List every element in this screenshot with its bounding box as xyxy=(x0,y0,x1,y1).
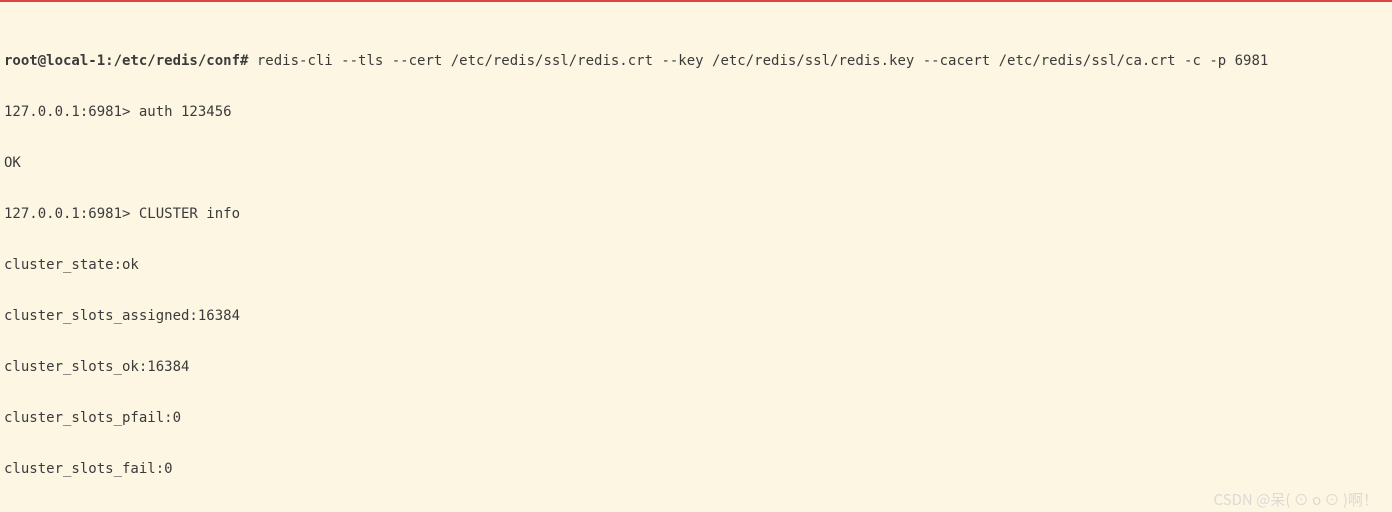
auth-response: OK xyxy=(4,155,1388,172)
shell-command: redis-cli --tls --cert /etc/redis/ssl/re… xyxy=(257,53,1268,69)
watermark-text: CSDN @呆( ⊙ o ⊙ )啊！ xyxy=(1214,491,1379,508)
redis-prompt: 127.0.0.1:6981> xyxy=(4,104,139,120)
cluster-info-line: cluster_state:ok xyxy=(4,257,1388,274)
cluster-info-line: cluster_slots_pfail:0 xyxy=(4,410,1388,427)
cluster-info-line: cluster_slots_ok:16384 xyxy=(4,359,1388,376)
cluster-info-command: CLUSTER info xyxy=(139,206,240,222)
cluster-info-line: cluster_slots_fail:0 xyxy=(4,461,1388,478)
redis-prompt: 127.0.0.1:6981> xyxy=(4,206,139,222)
shell-prompt: root@local-1:/etc/redis/conf# xyxy=(4,53,257,69)
window-top-border xyxy=(0,0,1392,2)
cluster-info-line: cluster_slots_assigned:16384 xyxy=(4,308,1388,325)
terminal-window[interactable]: root@local-1:/etc/redis/conf# redis-cli … xyxy=(0,0,1392,512)
auth-command: auth 123456 xyxy=(139,104,232,120)
